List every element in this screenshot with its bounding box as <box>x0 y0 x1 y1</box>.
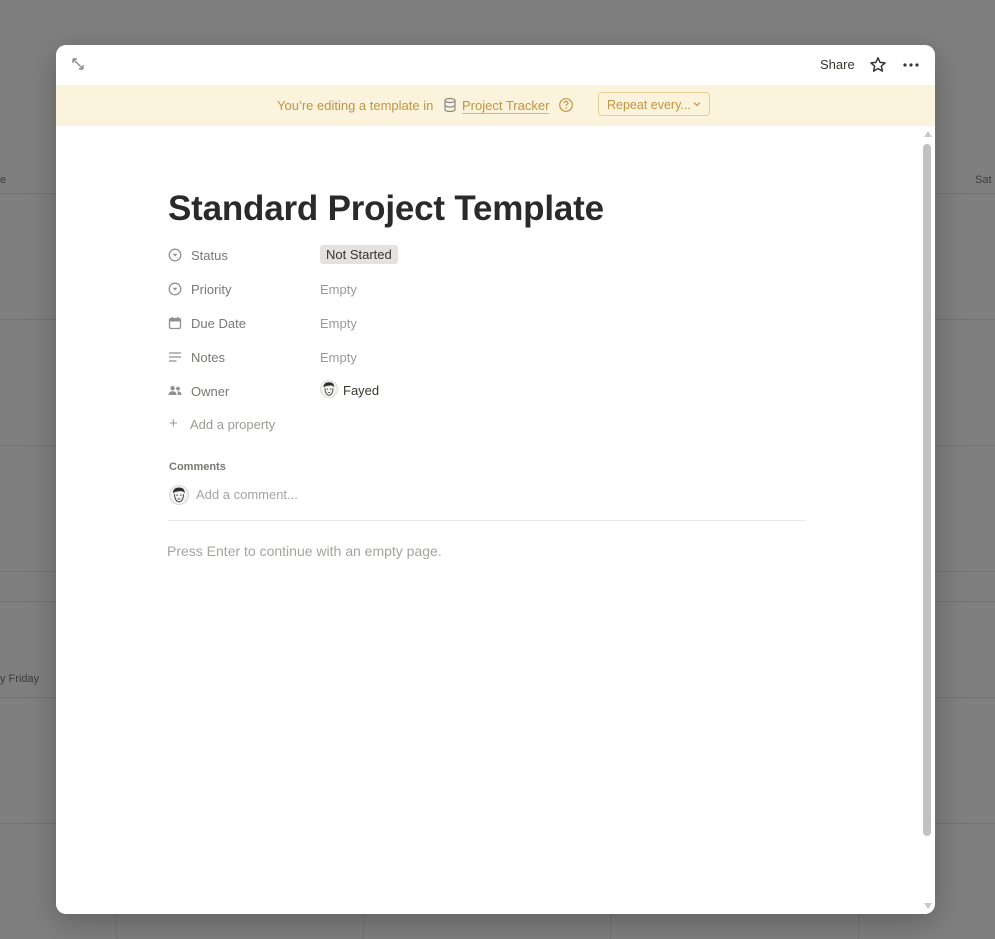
property-due-date: Due Date Empty <box>168 312 808 338</box>
add-property-button[interactable]: + Add a property <box>168 416 318 436</box>
empty-page-hint[interactable]: Press Enter to continue with an empty pa… <box>167 543 442 559</box>
calendar-day-header: Sat <box>975 174 992 186</box>
share-button[interactable]: Share <box>820 57 855 72</box>
modal-topbar: Share <box>56 45 935 85</box>
template-banner: You’re editing a template in Project Tra… <box>56 85 935 126</box>
avatar <box>169 485 189 505</box>
page-title[interactable]: Standard Project Template <box>168 189 604 229</box>
calendar-gridline <box>363 913 364 939</box>
calendar-icon <box>168 317 182 330</box>
scroll-up-arrow[interactable] <box>924 131 932 137</box>
people-icon <box>168 386 182 395</box>
calendar-gridline <box>116 913 117 939</box>
property-name[interactable]: Status <box>191 248 228 263</box>
property-name[interactable]: Notes <box>191 350 225 365</box>
calendar-gridline <box>858 913 859 939</box>
property-name[interactable]: Priority <box>191 282 231 297</box>
comments-heading: Comments <box>169 461 226 473</box>
database-link[interactable]: Project Tracker <box>462 98 550 114</box>
scrollbar-thumb[interactable] <box>923 144 931 836</box>
question-circle-icon[interactable] <box>558 97 574 113</box>
calendar-day-header: e <box>0 174 7 186</box>
avatar[interactable] <box>320 380 338 398</box>
template-banner-text: You’re editing a template in <box>277 98 434 113</box>
scroll-down-arrow[interactable] <box>924 903 932 909</box>
status-badge[interactable]: Not Started <box>320 245 398 264</box>
calendar-event: y Friday <box>0 673 40 685</box>
scrollbar[interactable] <box>922 131 933 913</box>
add-property-label: Add a property <box>190 417 276 432</box>
select-icon <box>168 282 182 296</box>
plus-icon: + <box>169 415 178 432</box>
more-horizontal-icon[interactable] <box>901 55 921 75</box>
comment-input[interactable] <box>196 487 496 502</box>
property-priority: Priority Empty <box>168 278 808 304</box>
property-status: Status Not Started <box>168 244 808 270</box>
page-modal: Share You’re editing a template in Proje… <box>56 45 935 914</box>
property-notes: Notes Empty <box>168 346 808 372</box>
database-icon <box>444 97 456 113</box>
owner-name[interactable]: Fayed <box>343 383 379 398</box>
calendar-gridline <box>610 913 611 939</box>
divider <box>168 520 806 521</box>
property-value[interactable]: Empty <box>320 316 357 331</box>
chevron-down-icon <box>693 102 701 107</box>
status-icon <box>168 248 182 262</box>
property-owner: Owner Fayed <box>168 380 808 406</box>
expand-icon[interactable] <box>70 56 86 72</box>
text-icon <box>169 352 181 362</box>
repeat-button-label: Repeat every... <box>607 98 691 112</box>
property-name[interactable]: Owner <box>191 384 229 399</box>
property-value[interactable]: Empty <box>320 350 357 365</box>
property-value[interactable]: Empty <box>320 282 357 297</box>
repeat-button[interactable]: Repeat every... <box>598 92 710 116</box>
property-name[interactable]: Due Date <box>191 316 246 331</box>
star-icon[interactable] <box>868 55 888 75</box>
